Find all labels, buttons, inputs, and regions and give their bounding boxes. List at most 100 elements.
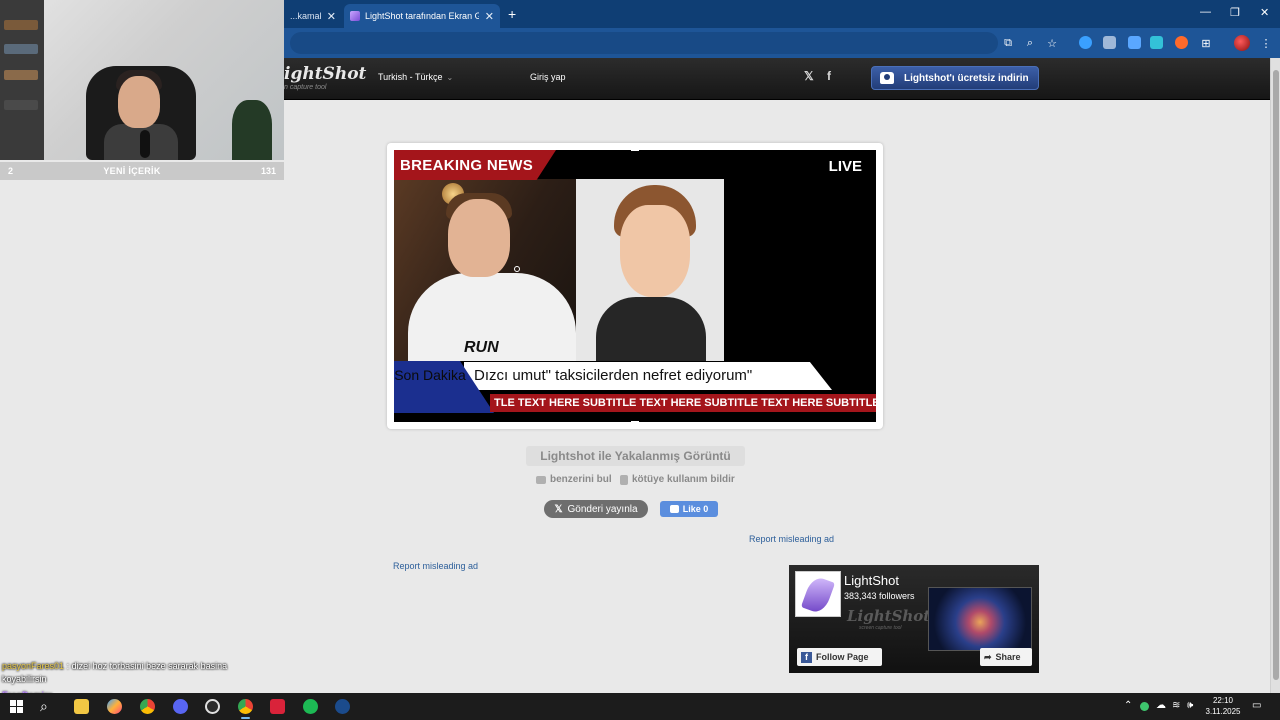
camera-icon: [536, 475, 546, 484]
facebook-f-icon: f: [801, 651, 812, 663]
facebook-page-name[interactable]: LightShot: [844, 573, 899, 588]
stream-chat-message: pasyonFares01 : dizei hoz torbasini beze…: [2, 660, 252, 686]
close-tab-icon[interactable]: ✕: [327, 10, 336, 23]
clock-date: 3.11.2025: [1205, 707, 1241, 716]
live-label: LIVE: [828, 158, 862, 175]
report-abuse-label: kötüye kullanım bildir: [632, 474, 735, 485]
download-button[interactable]: Lightshot'ı ücretsiz indirin: [871, 66, 1039, 90]
obs-icon[interactable]: [205, 699, 220, 714]
x-logo-icon: 𝕏: [554, 503, 563, 515]
steam-icon[interactable]: [335, 699, 350, 714]
tweet-button[interactable]: 𝕏 Gönderi yayınla: [544, 500, 648, 518]
share-arrow-icon: ➦: [984, 651, 992, 662]
extension-icon[interactable]: [1175, 36, 1188, 49]
scrollbar-thumb[interactable]: [1273, 70, 1279, 680]
stream-counter-left: 2: [8, 166, 14, 176]
facebook-icon[interactable]: f: [827, 69, 831, 83]
extensions-puzzle-icon[interactable]: ⊞: [1198, 35, 1214, 51]
tab-title: ...kamak b...: [290, 11, 321, 21]
windows-start-icon[interactable]: [10, 700, 23, 713]
image-resize-handle: [631, 148, 639, 151]
tab-previous[interactable]: ...kamak b... ✕: [284, 4, 342, 28]
download-button-label: Lightshot'ı ücretsiz indirin: [904, 72, 1029, 84]
file-explorer-icon[interactable]: [74, 699, 89, 714]
volume-icon[interactable]: 🕪: [1187, 700, 1193, 711]
facebook-like-button[interactable]: Like 0: [660, 501, 718, 517]
new-tab-button[interactable]: +: [508, 6, 516, 22]
report-ad-link[interactable]: Report misleading ad: [749, 534, 834, 544]
streamer-face: [118, 76, 160, 128]
windows-taskbar: ⌕ ⌃ ☁ ≋ 🕪 22:10 3.11.2025 ▭: [0, 693, 1280, 720]
notifications-icon[interactable]: ▭: [1252, 700, 1261, 711]
restore-button[interactable]: ❐: [1230, 6, 1240, 19]
tray-chevron-icon[interactable]: ⌃: [1124, 700, 1132, 711]
search-icon[interactable]: ⌕: [40, 698, 48, 715]
cover-tagline: screen capture tool: [859, 625, 902, 631]
tab-lightshot[interactable]: LightShot tarafından Ekran Görü... ✕: [344, 4, 500, 28]
find-similar-link[interactable]: benzerini bul: [536, 474, 612, 485]
tray-app-icon[interactable]: [1140, 702, 1149, 711]
login-link[interactable]: Giriş yap: [530, 72, 566, 82]
close-window-button[interactable]: ✕: [1260, 6, 1269, 19]
discord-icon[interactable]: [173, 699, 188, 714]
lightshot-logo[interactable]: ightShot: [284, 64, 366, 84]
lightshot-page-logo[interactable]: [795, 571, 841, 617]
trash-icon: [620, 474, 628, 485]
son-dakika-label: Son Dakika: [394, 367, 466, 383]
twitter-icon[interactable]: 𝕏: [804, 69, 814, 83]
news-headline: Dızcı umut" taksicilerden nefret ediyoru…: [464, 362, 832, 390]
wifi-icon[interactable]: ≋: [1172, 700, 1180, 711]
share-button[interactable]: ➦ Share: [980, 648, 1032, 666]
minimize-button[interactable]: —: [1200, 6, 1211, 18]
facebook-page-widget[interactable]: LightShot 383,343 followers LightShot sc…: [789, 565, 1039, 673]
bookmark-star-icon[interactable]: ☆: [1044, 35, 1060, 51]
chevron-down-icon: ⌄: [446, 73, 454, 82]
zoom-icon[interactable]: ⌕: [1022, 35, 1038, 51]
install-app-icon[interactable]: ⧉: [1000, 35, 1016, 51]
news-ticker: TLE TEXT HERE SUBTITLE TEXT HERE SUBTITL…: [490, 394, 876, 412]
close-tab-icon[interactable]: ✕: [485, 10, 494, 23]
address-bar[interactable]: [290, 32, 998, 54]
report-abuse-link[interactable]: kötüye kullanım bildir: [620, 474, 735, 485]
stream-label: YENİ İÇERİK: [103, 166, 161, 176]
news-photo-real: RUN: [394, 179, 576, 361]
thumbs-up-icon: [669, 505, 679, 513]
lightshot-logo-subtitle: n capture tool: [284, 84, 327, 91]
background-shelf: [0, 0, 44, 160]
stream-info-bar: 2 YENİ İÇERİK 131: [0, 162, 284, 180]
extension-icon[interactable]: [1079, 36, 1092, 49]
lightshot-header: ightShot n capture tool Turkish - Türkçe…: [284, 58, 1270, 100]
screenshot-image[interactable]: RUN BREAKING NEWS LIVE Dızcı umut" taksi…: [394, 150, 876, 422]
mouse-cursor: [514, 266, 520, 272]
feather-icon: [800, 574, 836, 616]
follow-page-button[interactable]: f Follow Page: [797, 648, 882, 666]
tab-title: LightShot tarafından Ekran Görü...: [365, 11, 479, 21]
system-clock[interactable]: 22:10 3.11.2025: [1200, 695, 1246, 717]
profile-avatar[interactable]: [1234, 35, 1250, 51]
report-ad-link[interactable]: Report misleading ad: [393, 561, 478, 571]
download-app-icon: [880, 72, 894, 84]
news-photo-cartoon: [576, 179, 724, 361]
extension-icon[interactable]: [1128, 36, 1141, 49]
image-resize-handle: [631, 421, 639, 424]
language-label: Turkish - Türkçe: [378, 72, 443, 82]
spotify-icon[interactable]: [303, 699, 318, 714]
share-label: Share: [995, 652, 1021, 662]
browser-tab-strip: ...kamak b... ✕ LightShot tarafından Ekr…: [284, 0, 1280, 28]
x-app-icon[interactable]: [270, 699, 285, 714]
translate-extension-icon[interactable]: [1150, 36, 1163, 49]
chrome-icon[interactable]: [140, 699, 155, 714]
facebook-followers: 383,343 followers: [844, 591, 915, 601]
chrome-active-icon[interactable]: [238, 699, 253, 719]
stream-counter-right: 131: [260, 166, 276, 176]
language-selector[interactable]: Turkish - Türkçe ⌄: [378, 72, 453, 82]
clock-time: 22:10: [1212, 696, 1234, 705]
extension-icon[interactable]: [1103, 36, 1116, 49]
tray-steam-icon[interactable]: ☁: [1156, 700, 1166, 711]
microphone: [140, 130, 150, 158]
page-scrollbar[interactable]: [1270, 58, 1280, 693]
lightshot-feather-icon: [350, 11, 360, 21]
browser-menu-icon[interactable]: ⋮: [1258, 35, 1274, 51]
copilot-icon[interactable]: [107, 699, 122, 714]
galaxy-thumbnail: [928, 587, 1032, 651]
